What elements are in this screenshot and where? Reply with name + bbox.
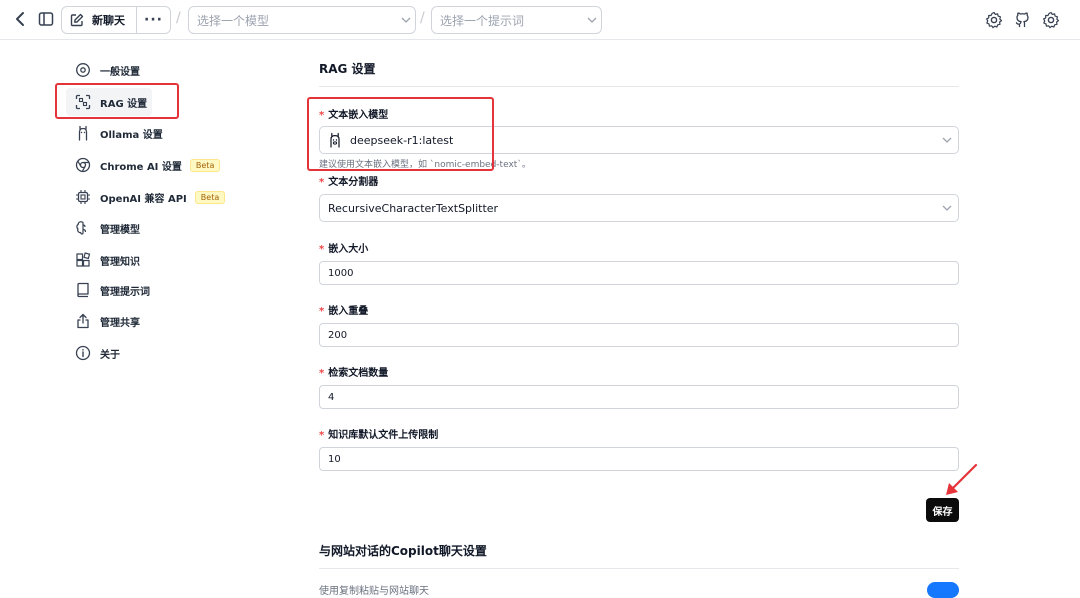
- chunk-size-label: * 嵌入大小: [319, 240, 368, 255]
- sidebar-item-manage-sharing[interactable]: 管理共享: [66, 307, 256, 335]
- section-divider: [319, 86, 959, 87]
- sidebar-item-label: 关于: [100, 349, 120, 361]
- sidebar-item-label: 管理知识: [100, 256, 140, 268]
- doc-count-label-text: 检索文档数量: [328, 368, 389, 379]
- sidebar-item-about[interactable]: 关于: [66, 339, 256, 367]
- embedding-model-label-text: 文本嵌入模型: [328, 110, 389, 121]
- doc-count-label: * 检索文档数量: [319, 364, 388, 379]
- back-arrow-icon[interactable]: [10, 8, 30, 30]
- doc-count-input[interactable]: 4: [319, 385, 959, 409]
- embedding-model-value: deepseek-r1:latest: [350, 133, 454, 147]
- sidebar-item-general[interactable]: 一般设置: [66, 56, 256, 84]
- upload-limit-input[interactable]: 10: [319, 447, 959, 471]
- embedding-model-select[interactable]: deepseek-r1:latest: [319, 126, 959, 154]
- breadcrumb-slash: /: [176, 10, 181, 26]
- copilot-section-title: 与网站对话的Copilot聊天设置: [319, 544, 487, 558]
- llama-icon: [328, 132, 350, 148]
- required-mark: *: [319, 244, 325, 255]
- chevron-down-icon: [397, 17, 415, 23]
- settings-icon: [66, 62, 100, 78]
- chrome-icon: [66, 157, 100, 173]
- more-options-button[interactable]: ···: [137, 12, 170, 28]
- save-button[interactable]: 保存: [926, 498, 959, 522]
- prompt-select-placeholder: 选择一个提示词: [440, 13, 525, 28]
- llama-icon: [66, 125, 100, 141]
- section-title: RAG 设置: [319, 62, 376, 76]
- upload-limit-label-text: 知识库默认文件上传限制: [328, 430, 439, 441]
- sidebar-item-label: Chrome AI 设置: [100, 161, 182, 173]
- section-divider: [319, 568, 959, 569]
- sidebar-item-label: RAG 设置: [100, 98, 148, 110]
- prompt-select[interactable]: 选择一个提示词: [431, 6, 602, 34]
- sidebar-item-manage-prompts[interactable]: 管理提示词: [66, 276, 256, 304]
- share-icon: [66, 313, 100, 329]
- chevron-down-icon: [583, 17, 601, 23]
- model-select-placeholder: 选择一个模型: [197, 13, 270, 28]
- embedding-model-help: 建议使用文本嵌入模型，如 `nomic-embed-text`。: [319, 160, 531, 170]
- sidebar-item-ollama[interactable]: Ollama 设置: [66, 119, 256, 147]
- chunk-size-label-text: 嵌入大小: [328, 244, 369, 255]
- splitter-select[interactable]: RecursiveCharacterTextSplitter: [319, 194, 959, 222]
- beta-badge: Beta: [194, 190, 226, 204]
- sidebar-item-chrome-ai[interactable]: Chrome AI 设置 Beta: [66, 151, 256, 179]
- chunk-overlap-label: * 嵌入重叠: [319, 302, 368, 317]
- required-mark: *: [319, 430, 325, 441]
- required-mark: *: [319, 177, 325, 188]
- chevron-down-icon: [936, 205, 958, 211]
- cpu-icon: [66, 189, 100, 205]
- sidebar-item-manage-knowledge[interactable]: 管理知识: [66, 246, 256, 274]
- blocks-icon: [66, 252, 100, 268]
- sidebar-item-manage-models[interactable]: 管理模型: [66, 214, 256, 242]
- settings-icon[interactable]: [984, 10, 1004, 30]
- model-select[interactable]: 选择一个模型: [188, 6, 416, 34]
- brain-icon: [66, 220, 100, 236]
- new-chat-button[interactable]: 新聊天 ···: [61, 6, 171, 34]
- sidebar-item-label: Ollama 设置: [100, 129, 163, 141]
- sidebar-item-openai-api[interactable]: OpenAI 兼容 API Beta: [66, 183, 256, 211]
- chunk-overlap-input[interactable]: 200: [319, 323, 959, 347]
- copilot-option-label: 使用复制粘贴与网站聊天: [319, 586, 429, 597]
- required-mark: *: [319, 368, 325, 379]
- sidebar-item-label: 管理模型: [100, 224, 140, 236]
- new-chat-label: 新聊天: [92, 14, 125, 27]
- beta-badge: Beta: [189, 158, 221, 172]
- chunk-overlap-label-text: 嵌入重叠: [328, 306, 369, 317]
- sidebar-item-label: 管理共享: [100, 317, 140, 329]
- splitter-value: RecursiveCharacterTextSplitter: [328, 201, 499, 215]
- edit-icon: [62, 7, 92, 33]
- upload-limit-label: * 知识库默认文件上传限制: [319, 426, 438, 441]
- splitter-label-text: 文本分割器: [328, 177, 379, 188]
- required-mark: *: [319, 306, 325, 317]
- gear-icon[interactable]: [1041, 10, 1061, 30]
- copilot-toggle[interactable]: [927, 582, 959, 598]
- book-icon: [66, 282, 100, 298]
- chunk-size-input[interactable]: 1000: [319, 261, 959, 285]
- sidebar-item-label: OpenAI 兼容 API: [100, 193, 187, 205]
- embedding-model-label: * 文本嵌入模型: [319, 106, 388, 121]
- annotation-arrow-icon: [946, 463, 978, 495]
- github-icon[interactable]: [1012, 10, 1032, 30]
- top-bar: 新聊天 ··· / 选择一个模型 / 选择一个提示词: [0, 0, 1080, 40]
- breadcrumb-slash: /: [420, 10, 425, 26]
- sidebar-item-label: 一般设置: [100, 66, 140, 78]
- splitter-label: * 文本分割器: [319, 173, 378, 188]
- sidebar-toggle-icon[interactable]: [36, 8, 56, 30]
- sidebar-item-label: 管理提示词: [100, 286, 150, 298]
- required-mark: *: [319, 110, 325, 121]
- chevron-down-icon: [936, 137, 958, 143]
- scan-icon: [66, 94, 100, 110]
- sidebar-item-rag[interactable]: RAG 设置: [66, 88, 152, 116]
- info-icon: [66, 345, 100, 361]
